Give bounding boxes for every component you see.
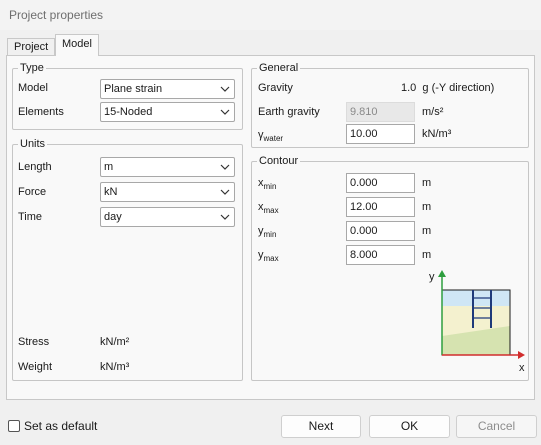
model-select-value: Plane strain xyxy=(104,83,163,95)
ok-button[interactable]: OK xyxy=(369,415,450,438)
xmax-field[interactable]: 12.00 xyxy=(346,197,415,217)
cancel-button[interactable]: Cancel xyxy=(456,415,537,438)
gravity-value: 1.0 g (-Y direction) xyxy=(401,82,495,94)
ymax-field[interactable]: 8.000 xyxy=(346,245,415,265)
model-select[interactable]: Plane strain xyxy=(100,79,235,99)
gamma-water-unit: kN/m³ xyxy=(422,128,452,140)
xmin-label: xmin xyxy=(258,176,276,194)
chevron-down-icon xyxy=(220,214,230,220)
length-select-value: m xyxy=(104,161,114,173)
elements-label: Elements xyxy=(18,106,64,118)
gamma-water-field[interactable]: 10.00 xyxy=(346,124,415,144)
force-select[interactable]: kN xyxy=(100,182,235,202)
set-as-default-label[interactable]: Set as default xyxy=(24,419,97,433)
ymin-field[interactable]: 0.000 xyxy=(346,221,415,241)
stress-unit-value: kN/m² xyxy=(100,336,130,348)
gamma-water-label: γwater xyxy=(258,128,283,146)
xmax-label: xmax xyxy=(258,200,279,218)
chevron-down-icon xyxy=(220,164,230,170)
chevron-down-icon xyxy=(220,189,230,195)
x-axis-arrow-icon xyxy=(518,351,525,359)
time-select-value: day xyxy=(104,211,122,223)
window-title: Project properties xyxy=(9,8,104,22)
next-button[interactable]: Next xyxy=(281,415,361,438)
force-select-value: kN xyxy=(104,186,118,198)
ymax-label: ymax xyxy=(258,248,279,266)
length-label: Length xyxy=(18,161,52,173)
xmax-unit: m xyxy=(422,201,432,213)
title-bar: Project properties xyxy=(0,0,541,30)
general-group-legend: General xyxy=(257,62,301,74)
xmin-sub: min xyxy=(263,182,277,192)
gamma-subscript: water xyxy=(263,134,284,144)
tab-model[interactable]: Model xyxy=(55,34,99,56)
ymax-unit: m xyxy=(422,249,432,261)
model-label: Model xyxy=(18,82,48,94)
stress-label: Stress xyxy=(18,336,50,348)
ymin-sub: min xyxy=(263,230,277,240)
contour-group-legend: Contour xyxy=(257,155,301,167)
ymin-unit: m xyxy=(422,225,432,237)
length-select[interactable]: m xyxy=(100,157,235,177)
type-group-legend: Type xyxy=(18,62,46,74)
contour-preview: y x xyxy=(429,270,525,374)
model-box xyxy=(441,289,511,356)
ymin-label: ymin xyxy=(258,224,276,242)
earth-gravity-field: 9.810 xyxy=(346,102,415,122)
time-label: Time xyxy=(18,211,43,223)
elements-select[interactable]: 15-Noded xyxy=(100,102,235,122)
earth-gravity-label: Earth gravity xyxy=(258,106,320,118)
tab-project[interactable]: Project xyxy=(7,38,56,56)
ymax-sub: max xyxy=(263,254,279,264)
xmin-field[interactable]: 0.000 xyxy=(346,173,415,193)
elements-select-value: 15-Noded xyxy=(104,106,153,118)
xmax-sub: max xyxy=(263,206,279,216)
x-axis-label: x xyxy=(519,362,525,374)
chevron-down-icon xyxy=(220,109,230,115)
y-axis-arrow-icon xyxy=(438,270,446,277)
earth-gravity-unit: m/s² xyxy=(422,106,444,118)
weight-label: Weight xyxy=(18,361,53,373)
time-select[interactable]: day xyxy=(100,207,235,227)
units-group-legend: Units xyxy=(18,138,48,150)
set-as-default-checkbox[interactable] xyxy=(8,420,20,432)
weight-unit-value: kN/m³ xyxy=(100,361,130,373)
chevron-down-icon xyxy=(220,86,230,92)
y-axis-label: y xyxy=(429,271,435,283)
gravity-label: Gravity xyxy=(258,82,293,94)
xmin-unit: m xyxy=(422,177,432,189)
force-label: Force xyxy=(18,186,47,198)
